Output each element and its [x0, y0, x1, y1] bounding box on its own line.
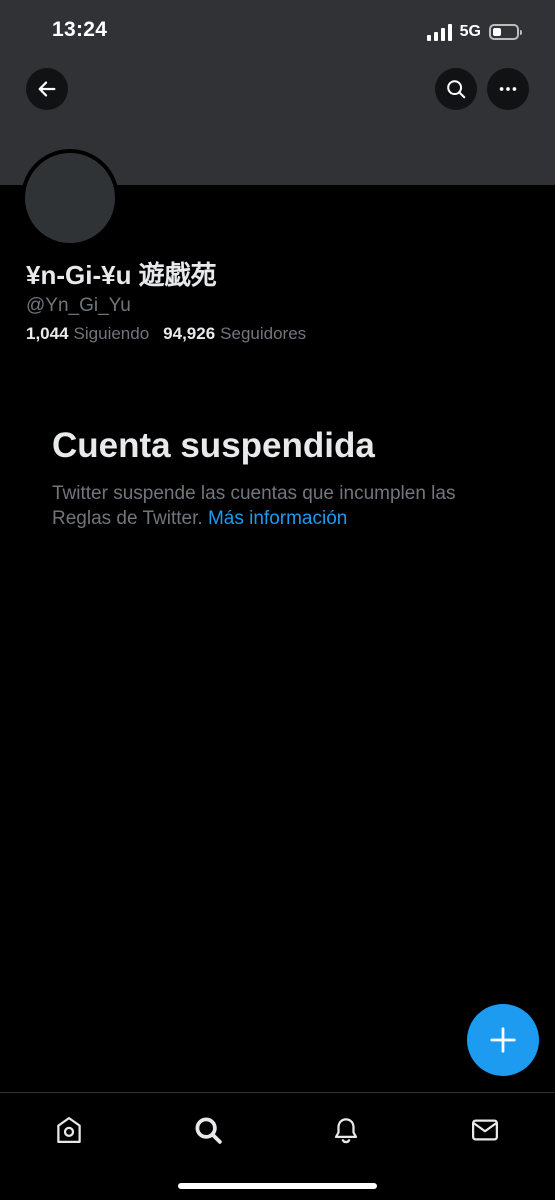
- search-button[interactable]: [435, 68, 477, 110]
- more-info-link[interactable]: Más información: [208, 508, 347, 529]
- nav-item-home[interactable]: [49, 1110, 89, 1150]
- profile-stats: 1,044 Siguiendo 94,926 Seguidores: [26, 324, 306, 344]
- followers-label: Seguidores: [220, 324, 307, 343]
- display-name: ¥n-Gi-¥u 遊戯苑: [26, 260, 217, 290]
- arrow-left-icon: [38, 81, 56, 97]
- more-button[interactable]: [487, 68, 529, 110]
- avatar[interactable]: [21, 149, 119, 247]
- following-label: Siguiendo: [73, 324, 150, 343]
- followers-count: 94,926: [163, 324, 216, 343]
- nav-item-notifications[interactable]: [326, 1110, 366, 1150]
- battery-icon: [489, 24, 522, 40]
- status-bar: 13:24 5G: [0, 0, 555, 64]
- user-handle: @Yn_Gi_Yu: [26, 295, 131, 316]
- mail-icon: [472, 1119, 498, 1141]
- compose-tweet-button[interactable]: [467, 1004, 539, 1076]
- followers-link[interactable]: 94,926 Seguidores: [163, 324, 306, 344]
- home-icon: [57, 1117, 81, 1143]
- search-icon: [447, 80, 466, 99]
- bell-icon: [334, 1118, 358, 1144]
- following-count: 1,044: [26, 324, 69, 343]
- status-indicators: 5G: [426, 20, 522, 44]
- network-type: 5G: [459, 23, 481, 40]
- suspended-title: Cuenta suspendida: [52, 426, 375, 465]
- home-indicator[interactable]: [178, 1183, 377, 1189]
- profile-screen: 13:24 5G ¥n-Gi-¥u 遊戯苑 @Yn_Gi_Yu 1,044 Si…: [0, 0, 555, 1200]
- following-link[interactable]: 1,044 Siguiendo: [26, 324, 149, 344]
- nav-item-messages[interactable]: [465, 1110, 505, 1150]
- plus-icon: [490, 1027, 516, 1053]
- cellular-signal-icon: [426, 23, 452, 41]
- suspended-message: Twitter suspende las cuentas que incumpl…: [52, 481, 512, 531]
- status-time: 13:24: [52, 18, 108, 41]
- more-horizontal-icon: [499, 87, 517, 91]
- nav-item-search[interactable]: [188, 1110, 228, 1150]
- search-icon: [195, 1117, 222, 1144]
- back-button[interactable]: [26, 68, 68, 110]
